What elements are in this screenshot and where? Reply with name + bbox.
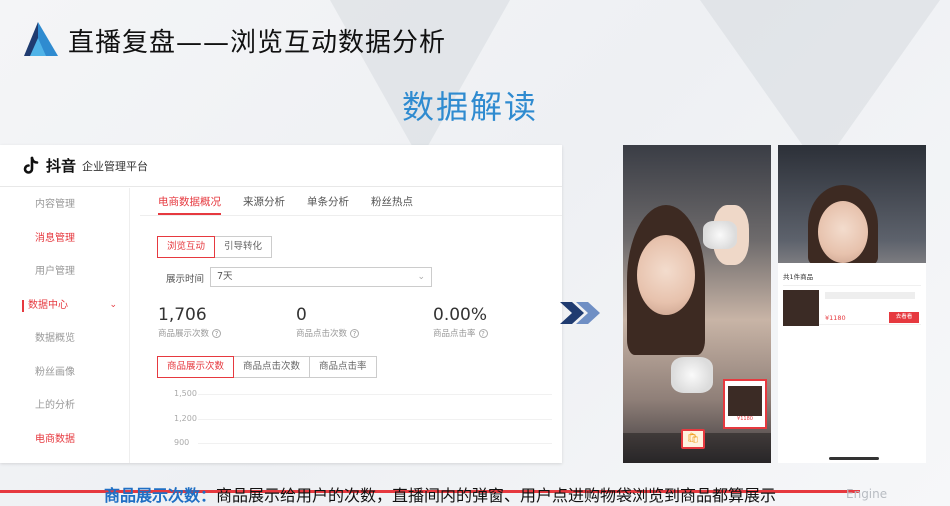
- view-product-button[interactable]: 去看看: [889, 312, 919, 323]
- metric-clicks: 0 商品点击次数?: [296, 305, 360, 339]
- subtab-group: 浏览互动 引导转化: [157, 236, 273, 258]
- section-title: 数据解读: [402, 88, 539, 126]
- platform-screenshot: 抖音 企业管理平台 内容管理 消息管理 用户管理 数据中心 ⌄ 数据概览 粉丝画像…: [0, 145, 562, 463]
- tab-bar: 电商数据概况 来源分析 单条分析 粉丝热点: [140, 188, 562, 216]
- product-list-panel: 共1件商品 ¥1180 去看看: [778, 263, 926, 463]
- metric-impressions: 1,706 商品展示次数?: [158, 305, 222, 339]
- chevron-down-icon: ⌄: [417, 272, 425, 282]
- help-icon[interactable]: ?: [350, 329, 360, 338]
- product-thumbnail: [728, 386, 762, 416]
- caption: 商品展示次数：商品展示给用户的次数，直播间内的弹窗、用户点进购物袋浏览到商品都算…: [104, 482, 776, 506]
- chevron-down-icon: ⌄: [109, 299, 117, 310]
- sidebar-item-messages[interactable]: 消息管理: [0, 222, 129, 256]
- y-tick-label: 900: [174, 438, 190, 447]
- time-label: 展示时间: [166, 274, 205, 285]
- grid-line: [198, 419, 552, 420]
- sidebar-item-ecommerce[interactable]: 电商数据: [0, 423, 129, 457]
- phone-screenshot-cart: 共1件商品 ¥1180 去看看: [778, 145, 926, 463]
- shopping-bag-icon[interactable]: 🛍: [681, 429, 705, 449]
- help-icon[interactable]: ?: [478, 329, 488, 338]
- metric-tab-click-rate[interactable]: 商品点击率: [309, 356, 377, 378]
- tiktok-icon: [23, 156, 39, 174]
- metric-tab-impressions[interactable]: 商品展示次数: [157, 356, 235, 378]
- product-jar: [671, 357, 713, 393]
- slide-title: 直播复盘——浏览互动数据分析: [68, 28, 447, 58]
- product-thumbnail: [783, 290, 819, 326]
- platform-brand: 抖音: [46, 157, 77, 175]
- tab-ecommerce-overview[interactable]: 电商数据概况: [158, 188, 221, 215]
- sidebar-item-users[interactable]: 用户管理: [0, 255, 129, 289]
- streamer-face: [818, 201, 868, 263]
- subtab-browse-interaction[interactable]: 浏览互动: [157, 236, 216, 258]
- book-logo-icon: [24, 22, 58, 56]
- platform-header: 抖音 企业管理平台: [0, 145, 562, 187]
- metric-tab-clicks[interactable]: 商品点击次数: [233, 356, 311, 378]
- tab-fan-hotspots[interactable]: 粉丝热点: [371, 188, 413, 215]
- streamer-face: [637, 235, 695, 315]
- sidebar-item-analysis[interactable]: 上的分析: [0, 389, 129, 423]
- y-tick-label: 1,500: [174, 389, 197, 398]
- sidebar-item-overview[interactable]: 数据概览: [0, 322, 129, 356]
- product-popup-card[interactable]: ¥1180: [723, 379, 767, 429]
- caption-term: 商品展示次数：: [104, 486, 217, 505]
- sidebar: 内容管理 消息管理 用户管理 数据中心 ⌄ 数据概览 粉丝画像 上的分析 电商数据: [0, 188, 130, 463]
- sidebar-item-fans[interactable]: 粉丝画像: [0, 356, 129, 390]
- platform-name: 企业管理平台: [82, 159, 149, 173]
- double-chevron-right-icon: [560, 302, 600, 324]
- phone-screenshot-live: ¥1180 🛍: [623, 145, 771, 463]
- grid-line: [198, 443, 552, 444]
- watermark: Engine: [846, 487, 888, 501]
- grid-line: [198, 394, 552, 395]
- tab-single-analysis[interactable]: 单条分析: [307, 188, 349, 215]
- home-indicator: [829, 457, 879, 460]
- tab-source-analysis[interactable]: 来源分析: [243, 188, 285, 215]
- main-content: 电商数据概况 来源分析 单条分析 粉丝热点 浏览互动 引导转化 展示时间 7天 …: [140, 188, 562, 463]
- help-icon[interactable]: ?: [212, 329, 222, 338]
- subtab-guide-conversion[interactable]: 引导转化: [214, 236, 273, 258]
- metric-tab-group: 商品展示次数 商品点击次数 商品点击率: [157, 356, 377, 378]
- time-select[interactable]: 7天 ⌄: [210, 267, 432, 287]
- caption-text: 商品展示给用户的次数，直播间内的弹窗、用户点进购物袋浏览到商品都算展示: [216, 486, 777, 505]
- sidebar-item-content[interactable]: 内容管理: [0, 188, 129, 222]
- sidebar-group-data-center[interactable]: 数据中心 ⌄: [0, 289, 129, 323]
- product-jar: [703, 221, 737, 249]
- product-list-item[interactable]: ¥1180 去看看: [783, 285, 921, 326]
- metric-click-rate: 0.00% 商品点击率?: [433, 305, 488, 339]
- product-desc-placeholder: [825, 292, 915, 299]
- y-tick-label: 1,200: [174, 414, 197, 423]
